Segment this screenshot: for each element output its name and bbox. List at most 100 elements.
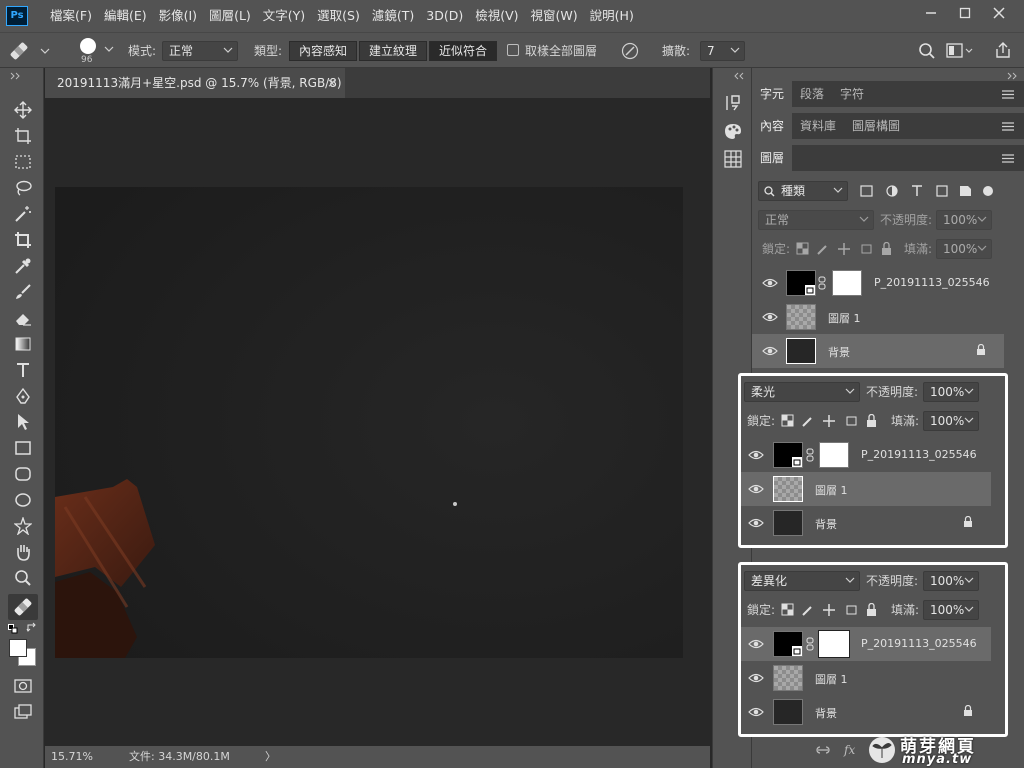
panel-menu-icon[interactable] [1002, 90, 1014, 99]
layer-row[interactable]: P_20191113_025546 [752, 266, 1004, 300]
magic-wand-tool[interactable] [12, 204, 34, 224]
layer-filter-select[interactable]: 種類 [758, 181, 848, 201]
menu-help[interactable]: 說明(H) [584, 0, 640, 32]
eye-icon[interactable] [762, 311, 778, 323]
lock-options-icons[interactable] [796, 242, 894, 256]
fill-input[interactable]: 100% [936, 239, 992, 259]
link-icon[interactable] [806, 637, 814, 651]
tab-properties[interactable]: 內容 [752, 113, 793, 139]
opacity-input[interactable]: 100% [936, 210, 992, 230]
layer-link-fx-icons[interactable]: fx [816, 743, 876, 757]
close-window-button[interactable] [982, 0, 1016, 26]
pressure-size-button[interactable] [621, 42, 639, 60]
layer-filter-icons[interactable] [860, 184, 1000, 198]
swap-colors-button[interactable] [26, 622, 38, 634]
layer-row[interactable]: P_20191113_025546 [741, 438, 991, 472]
menu-edit[interactable]: 編輯(E) [98, 0, 153, 32]
zoom-tool[interactable] [12, 568, 34, 588]
menu-3d[interactable]: 3D(D) [420, 0, 469, 32]
foreground-color-swatch[interactable] [9, 639, 27, 657]
fill-input[interactable]: 100% [923, 600, 979, 620]
document-canvas[interactable] [55, 187, 683, 658]
collapse-arrows-icon[interactable] [10, 72, 22, 80]
layer-row-selected[interactable]: 圖層 1 [741, 472, 991, 506]
rectangle-tool[interactable] [12, 438, 34, 458]
brush-tool[interactable] [12, 282, 34, 302]
layer-row[interactable]: 背景 [741, 695, 991, 729]
marquee-tool[interactable] [12, 152, 34, 172]
collapse-arrows-icon[interactable] [733, 72, 745, 80]
content-aware-button[interactable]: 內容感知 [289, 41, 357, 61]
diffusion-select[interactable]: 7 [700, 41, 745, 61]
ellipse-tool[interactable] [12, 490, 34, 510]
create-texture-button[interactable]: 建立紋理 [359, 41, 427, 61]
tool-preset-picker[interactable] [8, 41, 50, 61]
move-tool[interactable] [12, 100, 34, 120]
tab-layer-comps[interactable]: 圖層構圖 [844, 113, 908, 139]
eye-icon[interactable] [748, 638, 764, 650]
close-tab-icon[interactable]: × [327, 68, 337, 98]
minimize-button[interactable] [914, 0, 948, 26]
eye-icon[interactable] [748, 483, 764, 495]
layer-row[interactable]: 圖層 1 [752, 300, 1004, 334]
link-icon[interactable] [806, 448, 814, 462]
menu-image[interactable]: 影像(I) [153, 0, 203, 32]
collapse-arrows-icon[interactable] [1007, 72, 1019, 80]
tab-paragraph[interactable]: 段落 [792, 81, 832, 107]
pen-tool[interactable] [12, 386, 34, 406]
layer-row[interactable]: 圖層 1 [741, 661, 991, 695]
workspace-button[interactable] [946, 42, 974, 60]
history-panel-button[interactable] [724, 94, 742, 112]
custom-shape-tool[interactable] [12, 516, 34, 536]
quick-mask-button[interactable] [12, 676, 34, 696]
artboard-tool[interactable] [12, 126, 34, 146]
blend-mode-select[interactable]: 柔光 [744, 382, 860, 402]
menu-filter[interactable]: 濾鏡(T) [366, 0, 420, 32]
menu-select[interactable]: 選取(S) [311, 0, 366, 32]
menu-type[interactable]: 文字(Y) [257, 0, 311, 32]
path-selection-tool[interactable] [12, 412, 34, 432]
document-tab[interactable]: 20191113滿月+星空.psd @ 15.7% (背景, RGB/8) × [45, 68, 345, 98]
default-colors-button[interactable] [8, 624, 18, 634]
eye-icon[interactable] [748, 706, 764, 718]
eye-icon[interactable] [748, 672, 764, 684]
eye-icon[interactable] [748, 449, 764, 461]
eye-icon[interactable] [762, 345, 778, 357]
menu-view[interactable]: 檢視(V) [469, 0, 524, 32]
eyedropper-tool[interactable] [12, 256, 34, 276]
share-button[interactable] [994, 41, 1012, 59]
brush-size-picker[interactable]: 96 [62, 37, 114, 65]
eraser-tool[interactable] [12, 308, 34, 328]
lock-options-icons[interactable] [781, 603, 879, 617]
proximity-match-button[interactable]: 近似符合 [429, 41, 497, 61]
eye-icon[interactable] [748, 517, 764, 529]
search-button[interactable] [918, 42, 936, 60]
fill-input[interactable]: 100% [923, 411, 979, 431]
type-tool[interactable] [12, 360, 34, 380]
blend-mode-select[interactable]: 差異化 [744, 571, 860, 591]
panel-menu-icon[interactable] [1002, 154, 1014, 163]
spot-healing-tool[interactable] [8, 594, 38, 620]
eye-icon[interactable] [762, 277, 778, 289]
lock-options-icons[interactable] [781, 414, 879, 428]
sample-all-layers-checkbox[interactable] [507, 44, 519, 56]
zoom-level[interactable]: 15.71% [51, 746, 93, 768]
panel-menu-icon[interactable] [1002, 122, 1014, 131]
tab-glyphs[interactable]: 字符 [832, 81, 872, 107]
layer-row-selected[interactable]: 背景 [752, 334, 1004, 368]
link-icon[interactable] [818, 276, 826, 290]
layer-row[interactable]: 背景 [741, 506, 991, 540]
maximize-button[interactable] [948, 0, 982, 26]
blend-mode-select[interactable]: 正常 [758, 210, 874, 230]
mode-select[interactable]: 正常 [162, 41, 238, 61]
crop-tool[interactable] [12, 230, 34, 250]
hand-tool[interactable] [12, 542, 34, 562]
gradient-tool[interactable] [12, 334, 34, 354]
status-menu-arrow[interactable]: 〉 [265, 746, 276, 768]
menu-layer[interactable]: 圖層(L) [203, 0, 257, 32]
tab-layers[interactable]: 圖層 [752, 145, 793, 171]
layer-row-selected[interactable]: P_20191113_025546 [741, 627, 991, 661]
screen-mode-button[interactable] [12, 702, 34, 722]
menu-window[interactable]: 視窗(W) [525, 0, 584, 32]
tab-character[interactable]: 字元 [752, 81, 793, 107]
